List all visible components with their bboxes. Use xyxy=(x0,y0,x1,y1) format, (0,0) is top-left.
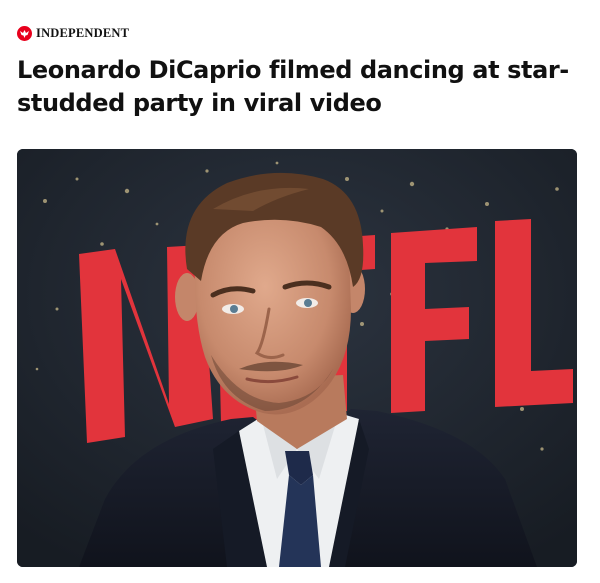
article-photo[interactable] xyxy=(17,149,577,567)
publisher-row[interactable]: INDEPENDENT xyxy=(17,24,129,42)
news-card[interactable]: INDEPENDENT Leonardo DiCaprio filmed dan… xyxy=(0,0,600,583)
article-headline[interactable]: Leonardo DiCaprio filmed dancing at star… xyxy=(17,54,583,120)
publisher-name: INDEPENDENT xyxy=(36,25,130,40)
eagle-icon xyxy=(17,25,32,41)
